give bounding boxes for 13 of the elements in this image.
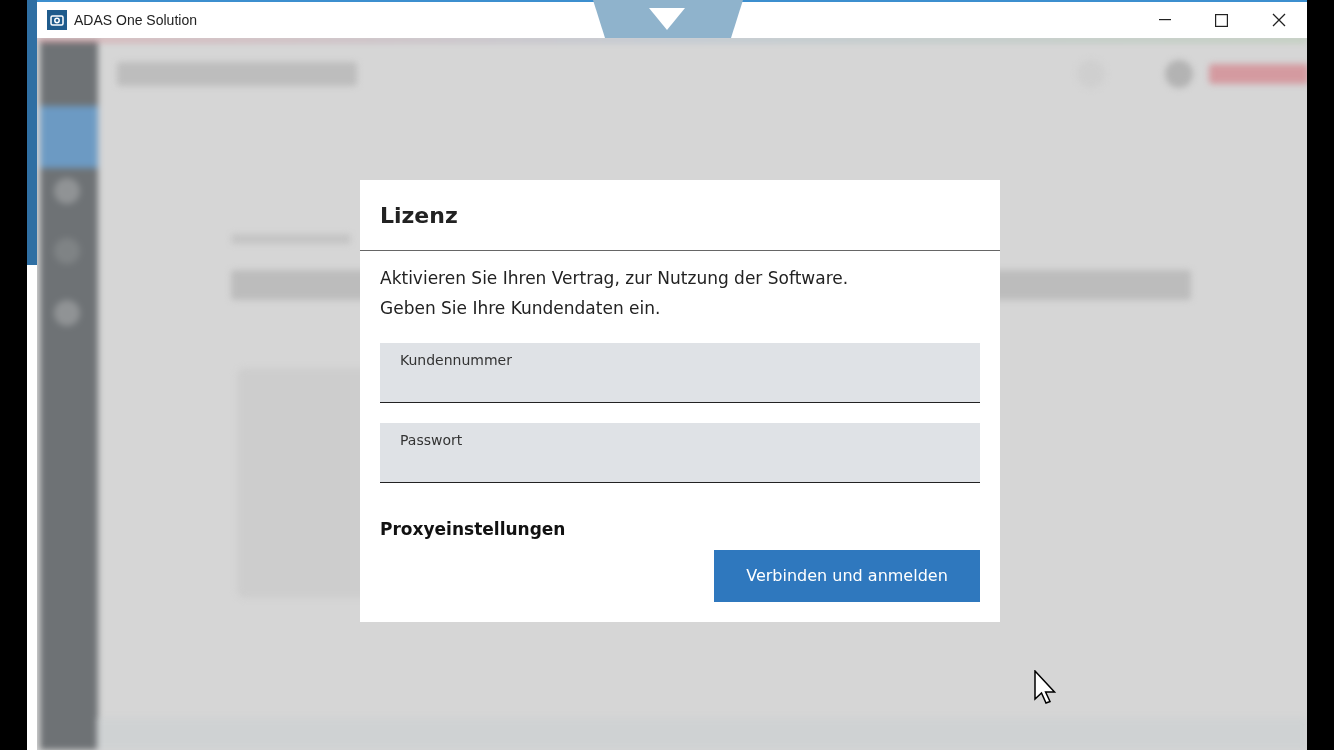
camera-icon	[47, 10, 67, 30]
maximize-icon	[1215, 13, 1228, 27]
input-field[interactable]: Passwort	[380, 423, 980, 483]
close-icon	[1271, 13, 1286, 27]
dropdown-tab[interactable]	[593, 0, 743, 38]
dialog-title: Lizenz	[380, 201, 458, 230]
instruction-text: Geben Sie Ihre Kundendaten ein.	[380, 297, 662, 320]
instruction-text: Aktivieren Sie Ihren Vertrag, zur Nutzung der Software.	[380, 267, 850, 290]
minimize-icon	[1158, 19, 1171, 21]
proxy-settings-link[interactable]: Proxyeinstellungen	[380, 517, 566, 543]
connect-button[interactable]: Verbinden und anmelden	[714, 549, 980, 602]
window-title: ADAS One Solution	[74, 10, 197, 30]
input-field[interactable]: Kundennummer	[380, 343, 980, 403]
